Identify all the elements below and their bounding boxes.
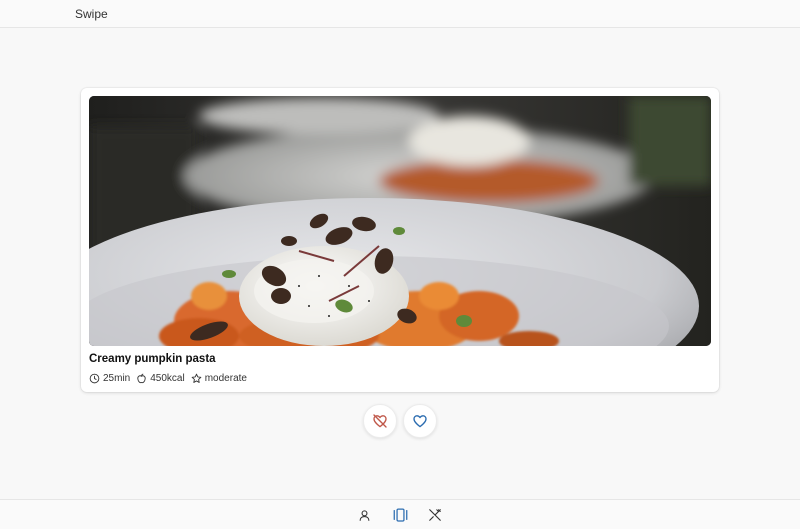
apple-icon	[137, 373, 146, 383]
meta-time-value: 25min	[103, 372, 131, 384]
star-icon	[191, 373, 202, 383]
nav-recipes[interactable]	[426, 507, 444, 523]
meta-calories-value: 450kcal	[150, 372, 185, 384]
heart-icon	[413, 415, 427, 428]
nav-swipe[interactable]	[391, 507, 409, 523]
heart-off-icon	[373, 414, 387, 428]
recipe-title: Creamy pumpkin pasta	[89, 353, 216, 365]
top-bar: Swipe	[0, 0, 800, 28]
meta-calories: 450kcal	[136, 372, 185, 384]
swipe-cards-icon	[393, 508, 407, 522]
user-icon	[359, 509, 369, 521]
swipe-actions	[0, 404, 800, 438]
dislike-button[interactable]	[363, 404, 397, 438]
clock-icon	[89, 373, 100, 383]
utensils-icon	[429, 509, 441, 521]
like-button[interactable]	[403, 404, 437, 438]
page-title: Swipe	[75, 7, 108, 21]
meta-difficulty-value: moderate	[204, 372, 247, 384]
meta-time: 25min	[89, 373, 130, 384]
bottom-nav	[0, 499, 800, 529]
recipe-card[interactable]: Creamy pumpkin pasta 25min 450kcal moder…	[81, 88, 719, 392]
recipe-image	[89, 96, 711, 346]
nav-profile[interactable]	[355, 507, 373, 523]
meta-difficulty: moderate	[191, 373, 247, 384]
recipe-meta: 25min 450kcal moderate	[89, 371, 247, 385]
